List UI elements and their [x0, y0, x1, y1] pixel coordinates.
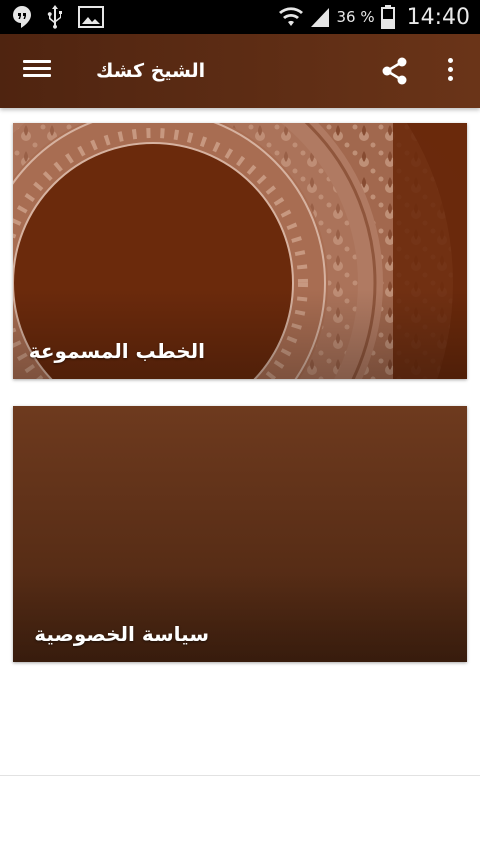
share-icon[interactable] [378, 54, 412, 88]
status-bar: 36 % 14:40 [0, 0, 480, 34]
hamburger-menu-icon[interactable] [20, 56, 54, 86]
clock: 14:40 [406, 4, 470, 30]
app-toolbar: الشيخ كشك [0, 34, 480, 108]
image-icon [78, 6, 104, 28]
more-vert-icon[interactable] [436, 54, 464, 88]
card-shade [13, 572, 467, 662]
status-left-icons [12, 4, 104, 30]
card-label: سياسة الخصوصية [34, 622, 209, 646]
card-privacy-policy[interactable]: سياسة الخصوصية [13, 406, 467, 662]
battery-percent: 36 % [336, 8, 375, 26]
signal-icon [311, 8, 330, 27]
card-label: الخطب المسموعة [28, 339, 205, 363]
hangouts-icon [13, 6, 31, 28]
wifi-icon [279, 7, 304, 26]
battery-icon [380, 5, 395, 29]
card-audio-sermons[interactable]: الخطب المسموعة [13, 123, 467, 379]
status-right-icons: 36 % 14:40 [278, 0, 470, 34]
usb-icon [47, 5, 62, 29]
card-shade [13, 289, 467, 379]
page-title: الشيخ كشك [96, 60, 206, 82]
divider [0, 775, 480, 776]
